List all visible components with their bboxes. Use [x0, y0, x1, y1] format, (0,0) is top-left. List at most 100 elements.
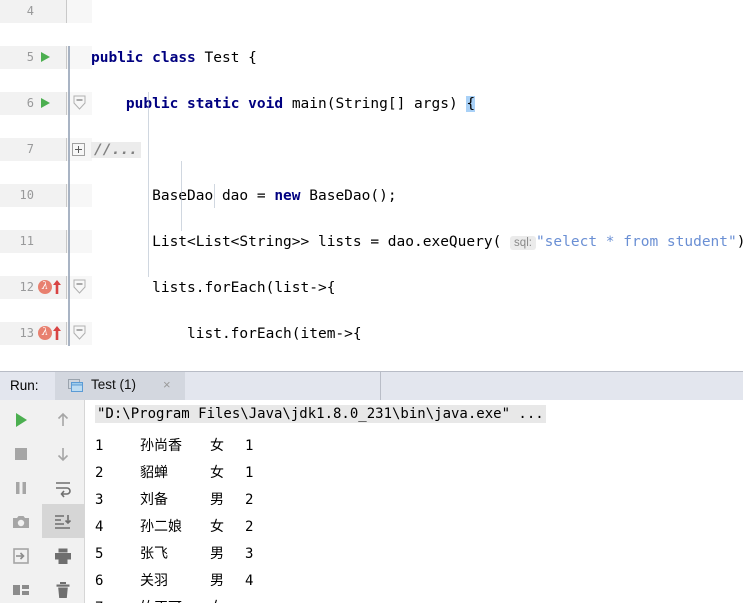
class-decl: Test {: [195, 50, 257, 66]
stop-square-icon: [15, 448, 27, 460]
arrow-up-icon[interactable]: [52, 324, 62, 342]
run-tab-test[interactable]: Test (1) ×: [55, 372, 185, 401]
printer-icon: [55, 548, 71, 564]
cell-id: 3: [95, 492, 104, 508]
down-button[interactable]: [42, 436, 84, 470]
cell-name: 张飞: [140, 546, 168, 562]
fold-column[interactable]: [66, 0, 92, 23]
trash-icon: [56, 582, 70, 598]
parameter-hint: sql:: [510, 236, 536, 250]
gutter[interactable]: 10: [0, 184, 66, 207]
editor-line[interactable]: 11 List<List<String>> lists = dao.exeQue…: [0, 230, 743, 253]
cell-name: 孙二娘: [140, 519, 182, 535]
stop-button[interactable]: [0, 436, 42, 470]
statement: lists.forEach(list->{: [152, 280, 336, 296]
lambda-gutter-marker[interactable]: λ: [38, 322, 64, 345]
dump-threads-button[interactable]: [0, 504, 42, 538]
run-gutter-marker[interactable]: [38, 92, 64, 115]
editor-line[interactable]: 7 //...: [0, 138, 743, 161]
editor-line[interactable]: 5 public class Test {: [0, 46, 743, 69]
layout-button[interactable]: [0, 572, 42, 603]
cell-id: 7: [95, 595, 115, 603]
gutter[interactable]: 12 λ: [0, 276, 66, 299]
code-text[interactable]: //...: [91, 138, 743, 161]
fold-collapse-icon[interactable]: [72, 278, 87, 296]
console-window-icon: [68, 379, 84, 393]
scope-bar-method: [68, 46, 70, 346]
scroll-end-icon: [55, 515, 72, 529]
code-text[interactable]: list.forEach(item->{: [91, 322, 743, 345]
code-text[interactable]: [91, 0, 743, 23]
gutter[interactable]: 6: [0, 92, 66, 115]
arrow-up-icon[interactable]: [52, 278, 62, 296]
run-label: Run:: [10, 378, 39, 393]
print-button[interactable]: [42, 538, 84, 572]
lambda-icon[interactable]: λ: [38, 326, 52, 340]
pause-button[interactable]: [0, 470, 42, 504]
code-editor[interactable]: 4 5 public class Test { 6 public static …: [0, 0, 743, 366]
cell-sex: 男: [210, 546, 224, 562]
run-tool-window: Run: Test (1) × "D:\Program Files\Java\j…: [0, 366, 743, 603]
code-text[interactable]: BaseDao dao = new BaseDao();: [91, 184, 743, 207]
editor-line[interactable]: 6 public static void main(String[] args)…: [0, 92, 743, 115]
lambda-icon[interactable]: λ: [38, 280, 52, 294]
lambda-gutter-marker[interactable]: λ: [38, 276, 64, 299]
fold-expand-icon[interactable]: [72, 143, 85, 156]
gutter[interactable]: 11: [0, 230, 66, 253]
run-toolbar-secondary: [42, 400, 85, 603]
editor-line[interactable]: 13 λ list.forEach(item->{: [0, 322, 743, 345]
layout-icon: [13, 585, 29, 595]
cell-name: 刘备: [140, 492, 168, 508]
code-text[interactable]: lists.forEach(list->{: [91, 276, 743, 299]
editor-line[interactable]: 12 λ lists.forEach(list->{: [0, 276, 743, 299]
gutter[interactable]: 7: [0, 138, 66, 161]
soft-wrap-button[interactable]: [42, 470, 84, 504]
run-icon[interactable]: [41, 52, 50, 62]
folded-comment[interactable]: //...: [91, 142, 141, 158]
attach-button[interactable]: [0, 538, 42, 572]
clear-all-button[interactable]: [42, 572, 84, 603]
rerun-button[interactable]: [0, 402, 42, 436]
cell-name: 貂蝉: [140, 465, 168, 481]
code-text[interactable]: List<List<String>> lists = dao.exeQuery(…: [91, 230, 743, 253]
arrow-into-box-icon: [13, 548, 29, 564]
cell-class: 1: [245, 465, 254, 481]
arrow-down-icon: [57, 448, 69, 462]
camera-icon: [13, 516, 29, 528]
stmt-suffix: BaseDao();: [300, 188, 397, 204]
indent-guide-2: [181, 161, 182, 231]
run-icon[interactable]: [41, 98, 50, 108]
method-signature: main(String[] args): [283, 96, 467, 112]
cell-id: 4: [95, 519, 104, 535]
run-gutter-marker[interactable]: [38, 46, 64, 69]
editor-line[interactable]: 10 BaseDao dao = new BaseDao();: [0, 184, 743, 207]
gutter[interactable]: 5: [0, 46, 66, 69]
scroll-to-end-button[interactable]: [42, 504, 84, 538]
cell-class: 2: [245, 519, 254, 535]
gutter[interactable]: 4: [0, 0, 66, 23]
fold-collapse-icon[interactable]: [72, 94, 87, 112]
line-number: 4: [26, 4, 34, 18]
line-number: 10: [19, 188, 34, 202]
cell-sex: 男: [210, 492, 224, 508]
cell-class: 3: [245, 546, 254, 562]
tab-divider: [380, 372, 381, 401]
cell-id: 5: [95, 546, 104, 562]
line-number: 5: [26, 50, 34, 64]
editor-line[interactable]: 4: [0, 0, 743, 23]
pause-icon: [16, 482, 26, 494]
up-button[interactable]: [42, 402, 84, 436]
gutter[interactable]: 13 λ: [0, 322, 66, 345]
fold-collapse-icon[interactable]: [72, 324, 87, 342]
arrow-up-icon: [57, 412, 69, 426]
cell-sex: 男: [210, 573, 224, 589]
close-icon[interactable]: ×: [163, 377, 171, 392]
console-output[interactable]: "D:\Program Files\Java\jdk1.8.0_231\bin\…: [85, 400, 743, 603]
code-text[interactable]: public static void main(String[] args) {: [91, 92, 743, 115]
code-text[interactable]: public class Test {: [91, 46, 743, 69]
